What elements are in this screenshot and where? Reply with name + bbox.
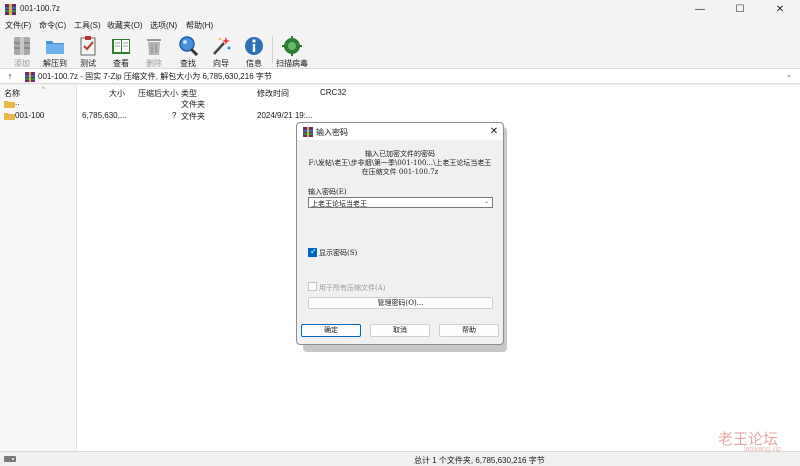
menu-help[interactable]: 帮助(H) bbox=[186, 20, 213, 31]
use-for-all-label[interactable]: 用于所有压缩文件(A) bbox=[319, 283, 386, 293]
row-type: 文件夹 bbox=[181, 100, 205, 109]
password-dialog: 输入密码 ✕ 输入已加密文件的密码 F:\发帖\老王\步非烟\第一季\001-1… bbox=[296, 122, 504, 345]
test-icon bbox=[80, 36, 96, 56]
row-name: 001-100 bbox=[15, 111, 45, 120]
menu-bar: 文件(F) 命令(C) 工具(S) 收藏夹(O) 选项(N) 帮助(H) bbox=[0, 19, 800, 32]
password-label: 输入密码(E) bbox=[308, 188, 347, 196]
menu-commands[interactable]: 命令(C) bbox=[39, 20, 66, 31]
7zip-archive-icon bbox=[5, 4, 16, 15]
chevron-down-icon[interactable]: ⌄ bbox=[786, 71, 792, 79]
menu-favorites[interactable]: 收藏夹(O) bbox=[107, 20, 143, 31]
find-button[interactable]: 查找 bbox=[172, 33, 204, 68]
extract-to-icon bbox=[46, 41, 64, 54]
row-packed: ? bbox=[172, 111, 177, 120]
left-pane bbox=[0, 85, 77, 451]
column-type[interactable]: 类型 bbox=[181, 88, 197, 99]
view-button[interactable]: 查看 bbox=[105, 33, 137, 68]
show-password-label[interactable]: 显示密码(S) bbox=[319, 248, 357, 258]
dialog-message-line: 在压缩文件 001-100.7z bbox=[361, 168, 439, 176]
row-name: .. bbox=[15, 98, 20, 107]
ok-button[interactable]: 确定 bbox=[301, 324, 361, 337]
password-value: 上老王论坛当老王 bbox=[311, 200, 367, 208]
folder-icon bbox=[4, 113, 15, 120]
chevron-down-icon[interactable]: ⌄ bbox=[484, 198, 489, 205]
find-magnifier-icon bbox=[179, 36, 199, 57]
row-modified: 2024/9/21 19:... bbox=[257, 111, 313, 120]
status-summary: 总计 1 个文件夹, 6,785,630,216 字节 bbox=[414, 456, 545, 465]
column-crc32[interactable]: CRC32 bbox=[320, 88, 346, 97]
help-button[interactable]: 帮助 bbox=[439, 324, 499, 337]
column-packed[interactable]: 压缩后大小 bbox=[138, 88, 178, 99]
menu-file[interactable]: 文件(F) bbox=[5, 20, 31, 31]
row-type: 文件夹 bbox=[181, 112, 205, 121]
status-bar: 总计 1 个文件夹, 6,785,630,216 字节 bbox=[0, 451, 800, 466]
password-input[interactable]: 上老王论坛当老王 ⌄ bbox=[308, 197, 493, 208]
sort-arrow-icon: ^ bbox=[42, 87, 45, 93]
winrar-window: 001-100.7z — ☐ ✕ 文件(F) 命令(C) 工具(S) 收藏夹(O… bbox=[0, 0, 800, 466]
maximize-button[interactable]: ☐ bbox=[720, 0, 760, 19]
virus-scan-icon bbox=[282, 36, 302, 56]
address-path[interactable]: 001-100.7z - 固实 7-Zip 压缩文件, 解包大小为 6,785,… bbox=[38, 71, 272, 82]
toolbar: 添加 解压到 测试 查看 删除 查找 向导 信息 扫描病毒 bbox=[0, 32, 800, 68]
column-size[interactable]: 大小 bbox=[109, 88, 125, 99]
title-bar: 001-100.7z — ☐ ✕ bbox=[0, 0, 800, 19]
minimize-button[interactable]: — bbox=[680, 0, 720, 19]
extract-to-button[interactable]: 解压到 bbox=[39, 33, 71, 68]
dialog-title-bar: 输入密码 ✕ bbox=[297, 123, 503, 140]
use-for-all-checkbox[interactable] bbox=[308, 282, 317, 291]
dialog-title: 输入密码 bbox=[316, 128, 348, 137]
address-bar: ↑ 001-100.7z - 固实 7-Zip 压缩文件, 解包大小为 6,78… bbox=[0, 68, 800, 84]
info-button[interactable]: 信息 bbox=[238, 33, 270, 68]
check-icon: ✓ bbox=[310, 247, 317, 256]
7zip-archive-icon bbox=[303, 127, 313, 137]
add-button[interactable]: 添加 bbox=[6, 33, 38, 68]
menu-options[interactable]: 选项(N) bbox=[150, 20, 177, 31]
virus-scan-button[interactable]: 扫描病毒 bbox=[276, 33, 308, 68]
up-folder-button[interactable]: ↑ bbox=[4, 71, 16, 82]
window-title: 001-100.7z bbox=[20, 4, 61, 13]
delete-button[interactable]: 删除 bbox=[138, 33, 170, 68]
show-password-checkbox[interactable]: ✓ bbox=[308, 247, 317, 257]
manage-passwords-button[interactable]: 管理密码(O)... bbox=[308, 297, 493, 309]
add-icon bbox=[14, 37, 30, 55]
dialog-close-button[interactable]: ✕ bbox=[487, 125, 501, 138]
view-book-icon bbox=[112, 39, 130, 54]
wizard-button[interactable]: 向导 bbox=[205, 33, 237, 68]
close-window-button[interactable]: ✕ bbox=[760, 0, 800, 19]
cancel-button[interactable]: 取消 bbox=[370, 324, 430, 337]
folder-icon bbox=[4, 101, 15, 108]
column-name-label: 名称 bbox=[4, 89, 20, 98]
menu-tools[interactable]: 工具(S) bbox=[74, 20, 101, 31]
drive-icon bbox=[4, 456, 16, 462]
test-button[interactable]: 测试 bbox=[72, 33, 104, 68]
row-size: 6,785,630,... bbox=[82, 111, 127, 120]
7zip-archive-icon bbox=[25, 72, 35, 82]
delete-trash-icon bbox=[147, 39, 161, 55]
info-icon bbox=[245, 37, 263, 55]
watermark-url: laowang.vip bbox=[744, 446, 781, 453]
wizard-wand-icon bbox=[213, 37, 231, 55]
column-modified[interactable]: 修改时间 bbox=[257, 88, 289, 99]
